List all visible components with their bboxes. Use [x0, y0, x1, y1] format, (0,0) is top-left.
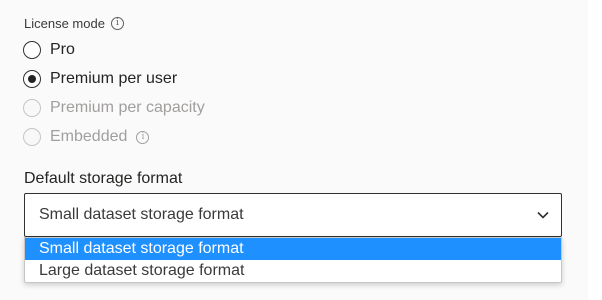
- dropdown-option-large-dataset[interactable]: Large dataset storage format: [25, 260, 561, 282]
- radio-label-pro: Pro: [50, 41, 75, 58]
- radio-button-embedded: [23, 128, 41, 146]
- radio-option-embedded: Embedded i: [23, 128, 150, 146]
- default-storage-format-label: Default storage format: [24, 170, 183, 187]
- storage-format-select[interactable]: Small dataset storage format: [24, 193, 562, 237]
- embedded-info-icon[interactable]: i: [136, 130, 150, 144]
- radio-label-premium-per-user: Premium per user: [50, 70, 178, 87]
- radio-option-premium-per-capacity: Premium per capacity: [23, 99, 205, 117]
- license-mode-label: License mode: [24, 16, 105, 31]
- radio-button-premium-per-capacity: [23, 99, 41, 117]
- storage-format-dropdown-list: Small dataset storage format Large datas…: [24, 237, 562, 283]
- radio-option-pro[interactable]: Pro: [23, 41, 75, 59]
- right-edge: [588, 0, 602, 300]
- radio-button-pro[interactable]: [23, 41, 41, 59]
- dropdown-option-small-dataset[interactable]: Small dataset storage format: [25, 238, 561, 260]
- radio-checked-dot: [28, 75, 36, 83]
- radio-option-premium-per-user[interactable]: Premium per user: [23, 70, 177, 88]
- radio-label-embedded: Embedded: [50, 128, 128, 145]
- storage-format-selected-value: Small dataset storage format: [39, 206, 244, 223]
- radio-label-premium-per-capacity: Premium per capacity: [50, 99, 205, 116]
- license-mode-heading: License mode i: [24, 16, 124, 31]
- info-icon[interactable]: i: [110, 17, 124, 30]
- radio-button-premium-per-user[interactable]: [23, 70, 41, 88]
- chevron-down-icon[interactable]: [537, 211, 549, 219]
